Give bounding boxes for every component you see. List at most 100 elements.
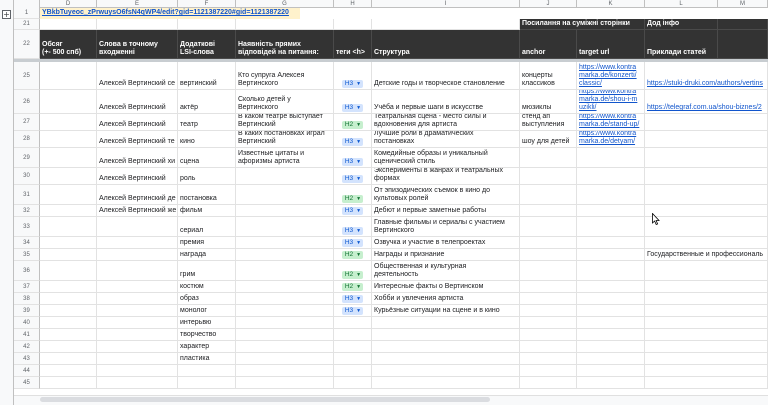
example-article-cell[interactable] (645, 185, 768, 205)
target-url-cell[interactable] (577, 185, 645, 205)
structure-cell[interactable]: Интересные факты о Вертинском (372, 281, 520, 293)
volume-cell[interactable] (40, 168, 97, 185)
lsi-word-cell[interactable]: творчество (178, 329, 236, 341)
volume-cell[interactable] (40, 237, 97, 249)
exact-words-cell[interactable] (97, 353, 178, 365)
anchor-cell[interactable] (520, 377, 577, 389)
question-cell[interactable]: В каких постановках играл Вертинский (236, 131, 334, 148)
volume-cell[interactable] (40, 114, 97, 131)
horizontal-scrollbar-thumb[interactable] (40, 397, 490, 402)
volume-cell[interactable] (40, 305, 97, 317)
url-link[interactable]: YBkbTuyeoc_zPrwuysO6fsN4qWP4/edit?gid=11… (40, 8, 300, 19)
h-tag-cell[interactable]: H3 ▼ (334, 131, 372, 148)
exact-words-cell[interactable] (97, 249, 178, 261)
anchor-cell[interactable] (520, 293, 577, 305)
question-cell[interactable] (236, 281, 334, 293)
exact-words-cell[interactable] (97, 281, 178, 293)
h-tag-cell[interactable]: H3 ▼ (334, 217, 372, 237)
structure-cell[interactable]: Театральная сцена - место силы и вдохнов… (372, 114, 520, 131)
target-url-cell[interactable] (577, 217, 645, 237)
target-url-cell[interactable] (577, 341, 645, 353)
chevron-down-icon[interactable]: ▼ (356, 138, 361, 146)
anchor-cell[interactable] (520, 365, 577, 377)
exact-words-cell[interactable] (97, 261, 178, 281)
anchor-cell[interactable]: концерты классиков (520, 62, 577, 90)
lsi-word-cell[interactable]: театр (178, 114, 236, 131)
lsi-word-cell[interactable]: костюм (178, 281, 236, 293)
volume-cell[interactable] (40, 365, 97, 377)
lsi-word-cell[interactable]: интерьвю (178, 317, 236, 329)
structure-cell[interactable] (372, 365, 520, 377)
h-tag-chip[interactable]: H2 ▼ (341, 251, 364, 259)
h-tag-chip[interactable]: H3 ▼ (341, 227, 364, 235)
question-cell[interactable]: Кто супруга Алексея Вертинского (236, 62, 334, 90)
chevron-down-icon[interactable]: ▼ (356, 175, 361, 183)
target-url-cell[interactable] (577, 353, 645, 365)
question-cell[interactable] (236, 329, 334, 341)
structure-cell[interactable]: Лучшие роли в драматических постановках (372, 131, 520, 148)
structure-cell[interactable]: Главные фильмы и сериалы с участием Верт… (372, 217, 520, 237)
structure-cell[interactable]: Награды и признание (372, 249, 520, 261)
h-tag-cell[interactable]: H3 ▼ (334, 237, 372, 249)
structure-cell[interactable]: Комедийные образы и уникальный сценическ… (372, 148, 520, 168)
h-tag-cell[interactable] (334, 377, 372, 389)
structure-cell[interactable]: Эксперименты в жанрах и театральных форм… (372, 168, 520, 185)
lsi-word-cell[interactable]: монолог (178, 305, 236, 317)
exact-words-cell[interactable] (97, 377, 178, 389)
h-tag-chip[interactable]: H3 ▼ (341, 80, 364, 88)
anchor-cell[interactable] (520, 249, 577, 261)
volume-cell[interactable] (40, 131, 97, 148)
example-article-cell[interactable] (645, 281, 768, 293)
target-url-cell[interactable] (577, 317, 645, 329)
chevron-down-icon[interactable]: ▼ (356, 195, 361, 203)
question-cell[interactable]: В каком театре выступает Вертинский (236, 114, 334, 131)
h-tag-chip[interactable]: H3 ▼ (341, 138, 364, 146)
example-article-cell[interactable]: https://stuki-druki.com/authors/vertins (645, 62, 768, 90)
target-url-cell[interactable]: https://www.kontra marka.de/shou-i-m uzi… (577, 90, 645, 114)
anchor-cell[interactable] (520, 353, 577, 365)
column-header-h[interactable]: H (334, 0, 372, 8)
h-tag-cell[interactable]: H3 ▼ (334, 205, 372, 217)
question-cell[interactable] (236, 353, 334, 365)
h-tag-cell[interactable]: H3 ▼ (334, 168, 372, 185)
chevron-down-icon[interactable]: ▼ (356, 104, 361, 112)
volume-cell[interactable] (40, 205, 97, 217)
h-tag-chip[interactable]: H2 ▼ (341, 195, 364, 203)
volume-cell[interactable] (40, 341, 97, 353)
column-header-m[interactable]: M (718, 0, 768, 8)
chevron-down-icon[interactable]: ▼ (356, 80, 361, 88)
anchor-cell[interactable] (520, 305, 577, 317)
exact-words-cell[interactable]: Алексей Вертинский хи (97, 148, 178, 168)
lsi-word-cell[interactable]: характер (178, 341, 236, 353)
anchor-cell[interactable] (520, 185, 577, 205)
anchor-cell[interactable] (520, 341, 577, 353)
chevron-down-icon[interactable]: ▼ (356, 239, 361, 247)
volume-cell[interactable] (40, 90, 97, 114)
exact-words-cell[interactable]: Алексей Вертинский де (97, 185, 178, 205)
volume-cell[interactable] (40, 293, 97, 305)
structure-cell[interactable]: Учёба и первые шаги в искусстве (372, 90, 520, 114)
question-cell[interactable] (236, 305, 334, 317)
lsi-word-cell[interactable]: актёр (178, 90, 236, 114)
volume-cell[interactable] (40, 329, 97, 341)
question-cell[interactable] (236, 217, 334, 237)
chevron-down-icon[interactable]: ▼ (356, 121, 361, 129)
lsi-word-cell[interactable]: вертинский (178, 62, 236, 90)
anchor-cell[interactable] (520, 317, 577, 329)
structure-cell[interactable]: Озвучка и участие в телепроектах (372, 237, 520, 249)
target-url-cell[interactable] (577, 365, 645, 377)
target-url-cell[interactable] (577, 205, 645, 217)
question-cell[interactable]: Известные цитаты и афоризмы артиста (236, 148, 334, 168)
h-tag-chip[interactable]: H2 ▼ (341, 271, 364, 279)
h-tag-chip[interactable]: H3 ▼ (341, 307, 364, 315)
lsi-word-cell[interactable]: сериал (178, 217, 236, 237)
h-tag-cell[interactable] (334, 317, 372, 329)
lsi-word-cell[interactable]: награда (178, 249, 236, 261)
example-article-cell[interactable] (645, 237, 768, 249)
question-cell[interactable] (236, 205, 334, 217)
column-header-j[interactable]: J (520, 0, 577, 8)
exact-words-cell[interactable] (97, 237, 178, 249)
lsi-word-cell[interactable] (178, 377, 236, 389)
target-url-cell[interactable] (577, 377, 645, 389)
chevron-down-icon[interactable]: ▼ (356, 283, 361, 291)
